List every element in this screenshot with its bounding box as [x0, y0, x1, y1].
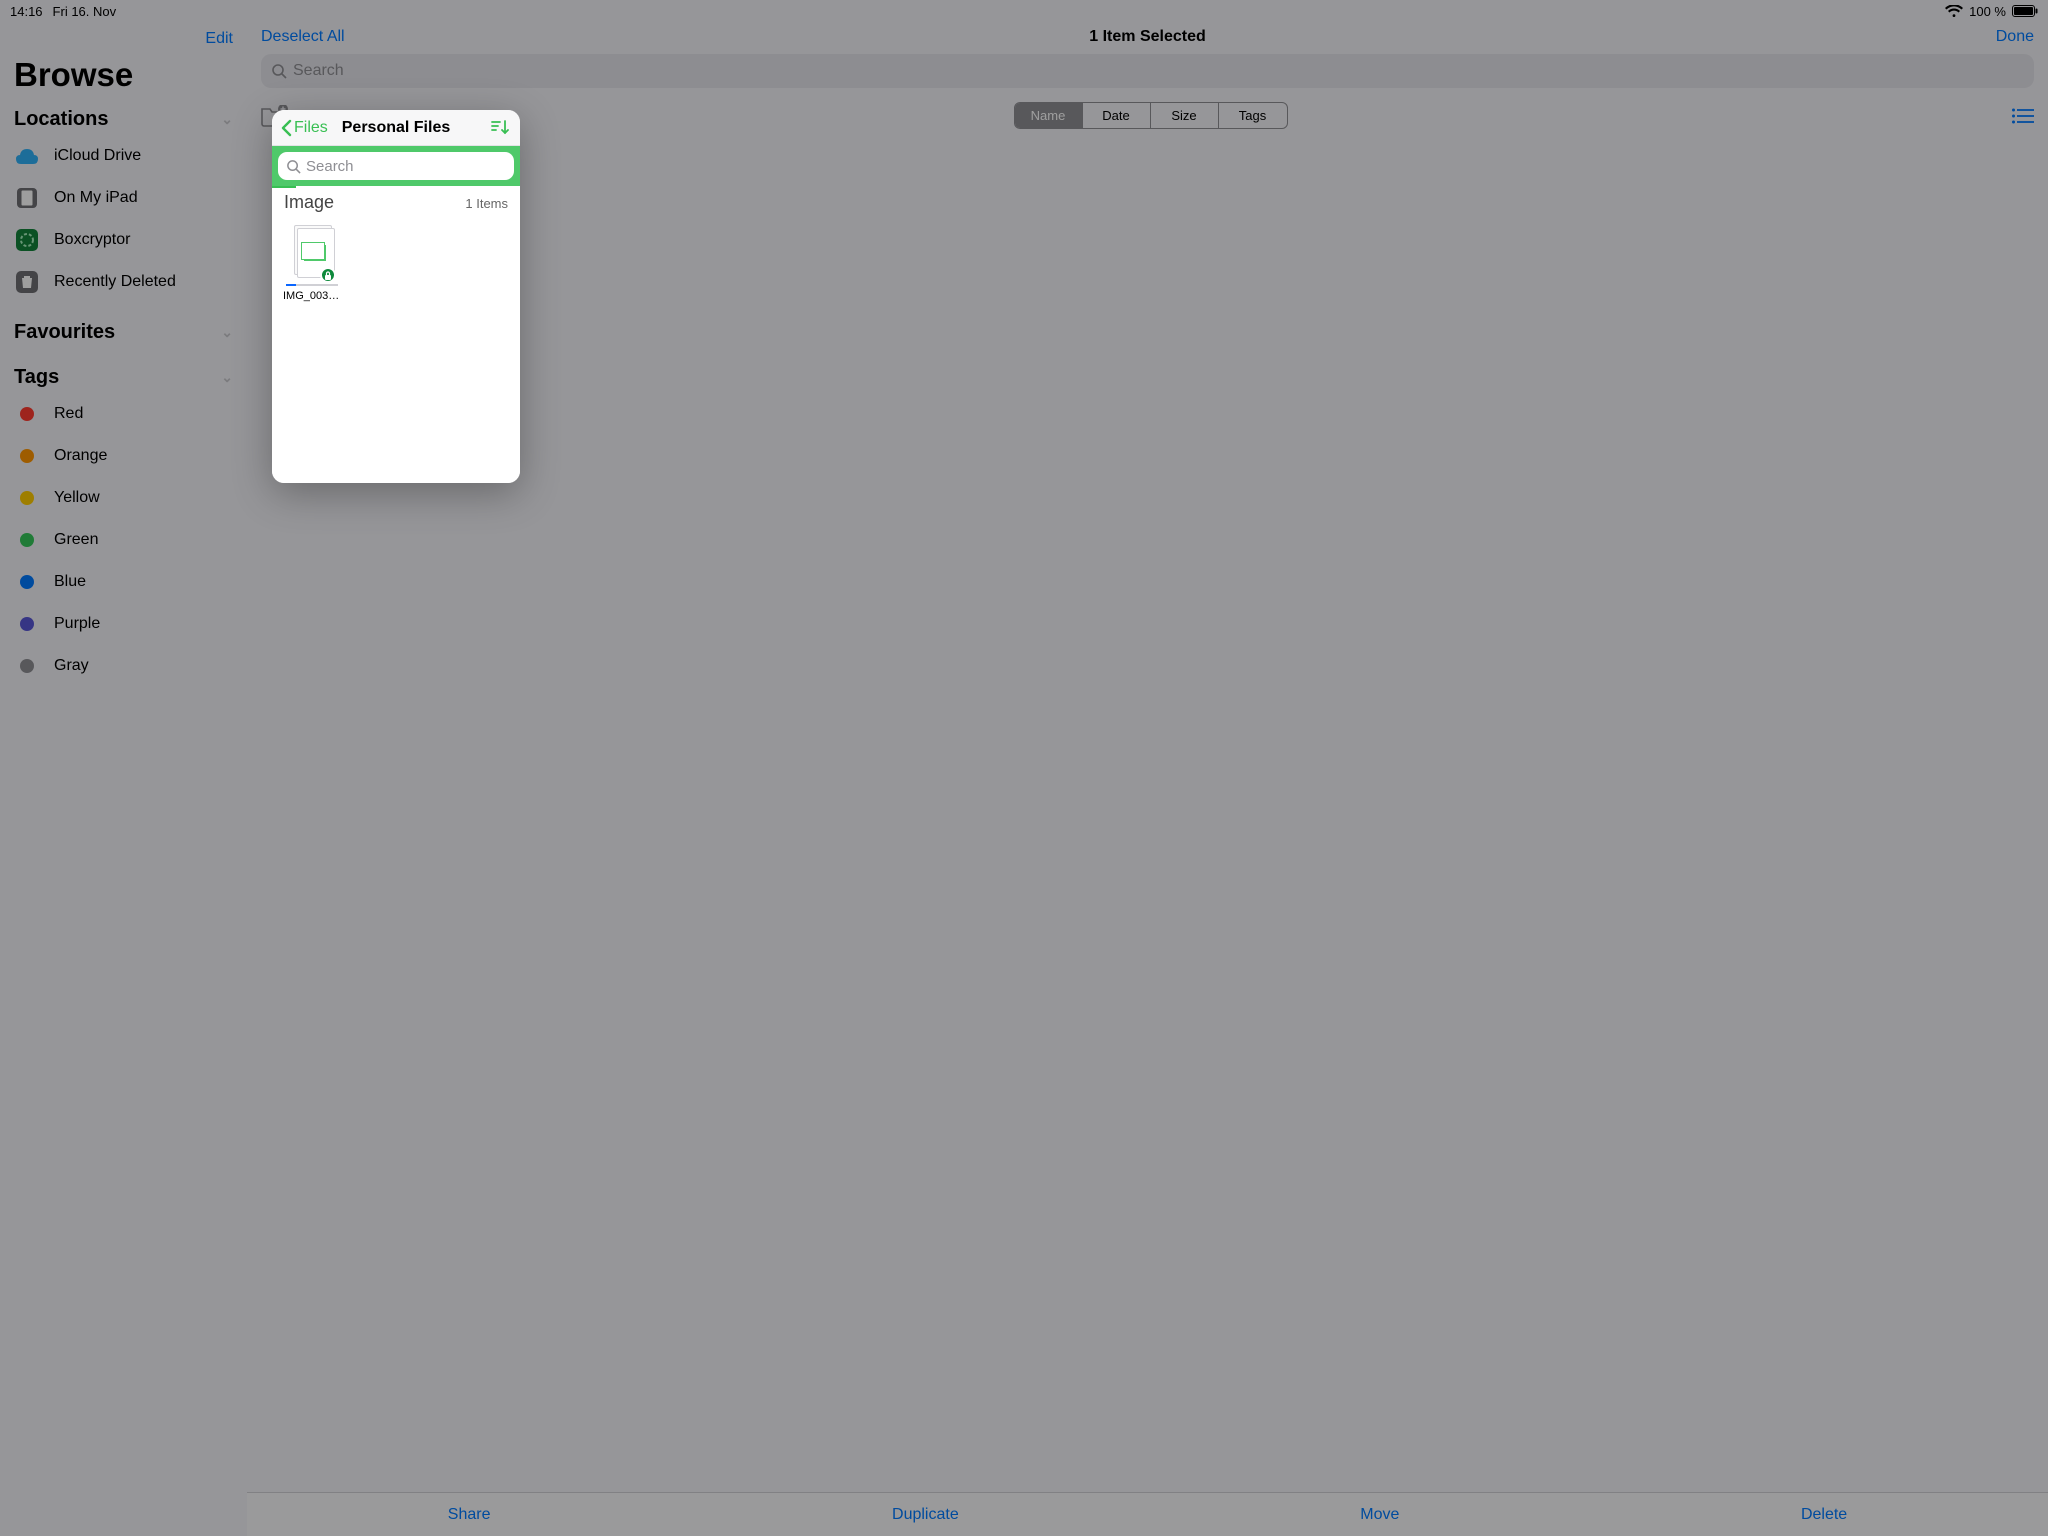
folder-item-count: 1 Items: [465, 196, 508, 211]
back-label: Files: [294, 119, 328, 137]
chevron-left-icon: [280, 119, 292, 137]
search-icon: [286, 159, 301, 174]
folder-section-name: Image: [284, 192, 334, 213]
popover-search[interactable]: [278, 152, 514, 180]
file-thumbnail: [286, 223, 338, 283]
sort-button[interactable]: [490, 119, 510, 137]
back-button[interactable]: Files: [280, 119, 328, 137]
upload-progress: [286, 284, 338, 286]
popover-search-input[interactable]: [306, 158, 506, 175]
file-provider-popover: Files Personal Files Image 1 Items: [272, 110, 520, 483]
file-item[interactable]: IMG_0035.J…: [282, 223, 342, 302]
file-name-label: IMG_0035.J…: [283, 290, 341, 302]
image-stack-icon: [304, 245, 326, 261]
lock-badge-icon: [320, 267, 336, 283]
